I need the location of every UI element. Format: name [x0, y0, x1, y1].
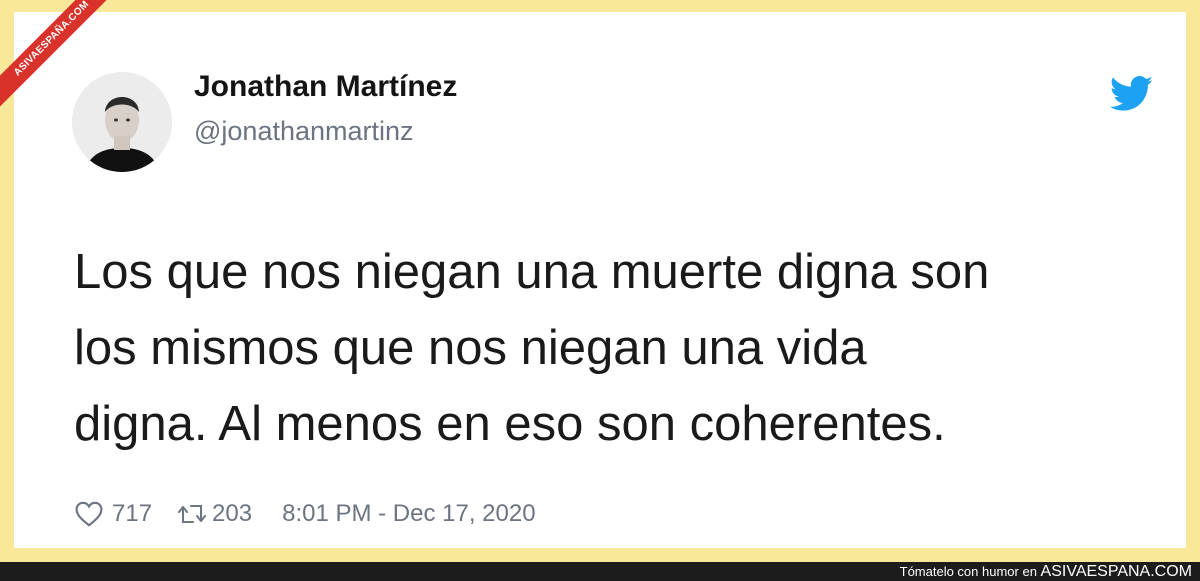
tweet-footer: 717 203 8:01 PM - Dec 17, 2020 — [74, 500, 536, 528]
twitter-bird-icon[interactable] — [1110, 76, 1154, 112]
heart-icon — [75, 501, 103, 527]
tweet-card: Jonathan Martínez @jonathanmartinz Los q… — [14, 12, 1186, 548]
tweet-timestamp[interactable]: 8:01 PM - Dec 17, 2020 — [282, 500, 535, 528]
like-action[interactable]: 717 — [74, 500, 152, 528]
retweet-action[interactable]: 203 — [176, 500, 252, 528]
retweet-count: 203 — [212, 500, 253, 527]
author-handle[interactable]: @jonathanmartinz — [194, 116, 414, 147]
site-footer-bar: Tómatelo con humor en ASIVAESPANA.COM — [0, 562, 1200, 581]
tweet-text-line: Los que nos niegan una muerte digna son — [74, 245, 990, 299]
like-count: 717 — [112, 500, 153, 527]
tweet-text: Los que nos niegan una muerte digna son … — [74, 234, 1154, 462]
watermark-ribbon-text: ASIVAESPAÑA.COM — [0, 0, 120, 111]
tweet-text-line: los mismos que nos niegan una vida — [74, 321, 867, 375]
watermark-ribbon: ASIVAESPAÑA.COM — [0, 0, 120, 120]
retweet-icon — [178, 505, 207, 523]
author-name[interactable]: Jonathan Martínez — [194, 70, 457, 104]
footer-site-link[interactable]: ASIVAESPANA.COM — [1041, 563, 1192, 580]
yellow-frame: Jonathan Martínez @jonathanmartinz Los q… — [0, 0, 1200, 562]
tweet-text-line: digna. Al menos en eso son coherentes. — [74, 397, 946, 451]
footer-tagline: Tómatelo con humor en — [899, 564, 1037, 579]
